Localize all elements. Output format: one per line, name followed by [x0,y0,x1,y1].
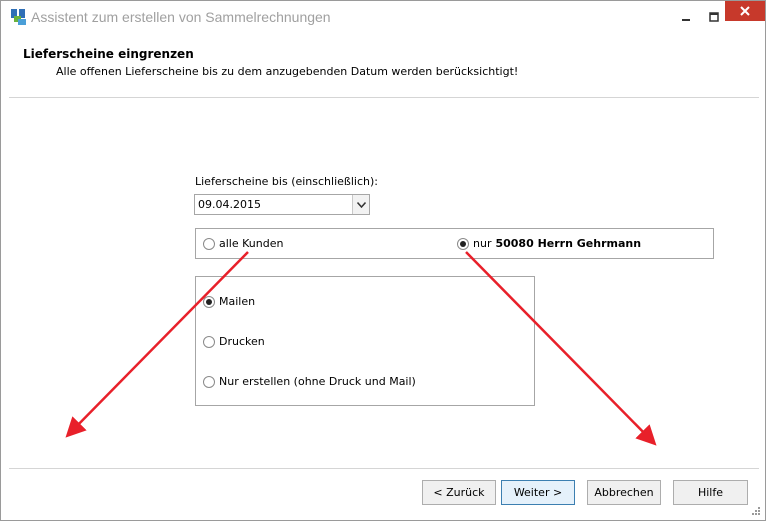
date-dropdown-button[interactable] [352,195,369,214]
radio-output-create-only-indicator[interactable] [203,375,215,388]
minimize-icon [682,19,690,21]
resize-grip-icon[interactable] [751,506,761,516]
date-picker[interactable]: 09.04.2015 [194,194,370,215]
app-icon [11,9,26,25]
next-button[interactable]: Weiter > [501,480,575,505]
radio-output-mail[interactable]: Mailen [203,295,255,308]
header-title: Lieferscheine eingrenzen [23,47,194,61]
close-button[interactable] [725,1,765,21]
radio-single-customer-prefix: nur [473,237,492,250]
radio-output-print-indicator[interactable] [203,335,215,348]
cancel-button[interactable]: Abbrechen [587,480,661,505]
window-title: Assistent zum erstellen von Sammelrechnu… [31,9,331,25]
date-value[interactable]: 09.04.2015 [198,198,261,211]
help-button[interactable]: Hilfe [673,480,748,505]
header-subtitle: Alle offenen Lieferscheine bis zu dem an… [56,65,519,78]
maximize-icon [709,12,719,22]
customer-scope-group: alle Kunden nur 50080 Herrn Gehrmann [195,228,714,259]
radio-all-customers-label: alle Kunden [219,237,284,250]
radio-single-customer-indicator[interactable] [457,237,469,250]
close-icon [740,6,750,16]
date-label: Lieferscheine bis (einschließlich): [195,175,378,188]
title-bar[interactable]: Assistent zum erstellen von Sammelrechnu… [1,1,765,33]
radio-output-create-only-label: Nur erstellen (ohne Druck und Mail) [219,375,416,388]
wizard-header: Lieferscheine eingrenzen Alle offenen Li… [9,33,759,97]
chevron-down-icon [356,201,366,208]
radio-output-mail-label: Mailen [219,295,256,308]
radio-all-customers-indicator[interactable] [203,237,215,250]
radio-output-mail-indicator[interactable] [203,295,215,308]
radio-single-customer[interactable]: nur 50080 Herrn Gehrmann [457,237,641,250]
header-divider [9,97,759,98]
back-button[interactable]: < Zurück [422,480,496,505]
output-mode-group: Mailen Drucken Nur erstellen (ohne Druck… [195,276,535,406]
radio-single-customer-name: 50080 Herrn Gehrmann [495,237,642,250]
radio-output-print[interactable]: Drucken [203,335,265,348]
footer-divider [9,468,759,469]
radio-all-customers[interactable]: alle Kunden [203,237,283,250]
wizard-window: Assistent zum erstellen von Sammelrechnu… [0,0,766,521]
radio-output-print-label: Drucken [219,335,265,348]
radio-output-create-only[interactable]: Nur erstellen (ohne Druck und Mail) [203,375,416,388]
